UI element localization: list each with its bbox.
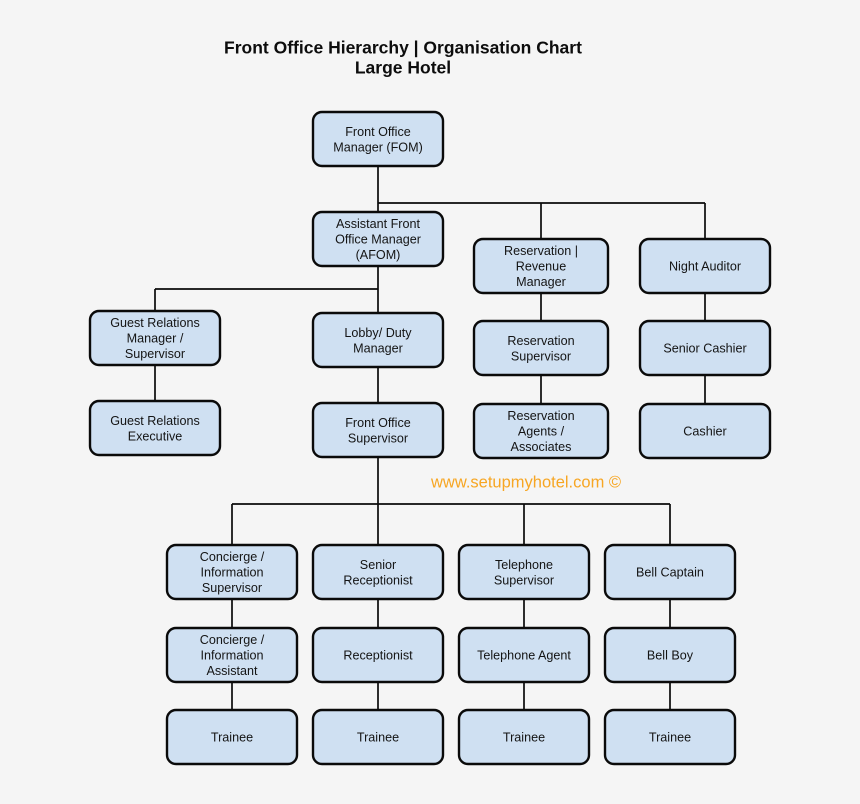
node-label: Trainee (649, 731, 691, 745)
org-node-afom[interactable]: Assistant Front Office Manager (AFOM) (311, 210, 445, 268)
org-node-sr_reception[interactable]: Senior Receptionist (311, 543, 445, 601)
node-box (311, 311, 445, 369)
org-node-trainee_4[interactable]: Trainee (603, 708, 737, 766)
org-node-tel_sup[interactable]: Telephone Supervisor (457, 543, 591, 601)
org-node-gre[interactable]: Guest Relations Executive (88, 399, 222, 457)
org-node-res_agents[interactable]: Reservation Agents / Associates (472, 402, 610, 460)
org-node-trainee_2[interactable]: Trainee (311, 708, 445, 766)
node-box (472, 319, 610, 377)
org-node-fom[interactable]: Front Office Manager (FOM) (311, 110, 445, 168)
org-node-cashier[interactable]: Cashier (638, 402, 772, 460)
node-label: Bell Captain (636, 566, 704, 580)
org-node-sr_cashier[interactable]: Senior Cashier (638, 319, 772, 377)
node-label: Trainee (211, 731, 253, 745)
org-chart-container: Front Office Manager (FOM) Assistant Front… (0, 0, 860, 804)
org-node-lobby_mgr[interactable]: Lobby/ Duty Manager (311, 311, 445, 369)
node-box (88, 399, 222, 457)
org-node-concierge_sup[interactable]: Concierge / Information Supervisor (165, 543, 299, 601)
org-node-res_mgr[interactable]: Reservation | Revenue Manager (472, 237, 610, 295)
node-label: Lobby/ Duty Manager (344, 326, 412, 355)
node-label: Receptionist (343, 649, 413, 663)
org-node-tel_agent[interactable]: Telephone Agent (457, 626, 591, 684)
node-box (311, 110, 445, 168)
node-label: Bell Boy (647, 649, 694, 663)
org-node-bell_captain[interactable]: Bell Captain (603, 543, 737, 601)
org-node-grm[interactable]: Guest Relations Manager / Supervisor (88, 309, 222, 367)
node-label: Concierge / Information Supervisor (200, 550, 265, 595)
org-node-night_auditor[interactable]: Night Auditor (638, 237, 772, 295)
org-chart-svg: Front Office Manager (FOM) Assistant Front… (0, 0, 860, 804)
node-label: Reservation Supervisor (507, 334, 574, 363)
org-node-trainee_1[interactable]: Trainee (165, 708, 299, 766)
chart-title-line-1: Front Office Hierarchy | Organisation Ch… (224, 38, 582, 58)
node-label: Cashier (683, 425, 726, 439)
node-label: Trainee (503, 731, 545, 745)
watermark-label: www.setupmyhotel.com © (430, 473, 621, 491)
node-label: Front Office Supervisor (345, 416, 411, 445)
org-node-receptionist[interactable]: Receptionist (311, 626, 445, 684)
node-label: Night Auditor (669, 260, 741, 274)
node-box (457, 543, 591, 601)
node-box (311, 543, 445, 601)
org-node-trainee_3[interactable]: Trainee (457, 708, 591, 766)
node-label: Telephone Supervisor (494, 558, 554, 587)
org-node-res_sup[interactable]: Reservation Supervisor (472, 319, 610, 377)
org-node-fo_sup[interactable]: Front Office Supervisor (311, 401, 445, 459)
node-label: Trainee (357, 731, 399, 745)
node-label: Senior Cashier (663, 342, 746, 356)
node-label: Concierge / Information Assistant (200, 633, 265, 678)
org-node-bell_boy[interactable]: Bell Boy (603, 626, 737, 684)
node-label: Front Office Manager (FOM) (333, 125, 423, 154)
chart-title-line-2: Large Hotel (355, 58, 451, 78)
node-label: Telephone Agent (477, 649, 571, 663)
node-box (311, 401, 445, 459)
org-node-concierge_asst[interactable]: Concierge / Information Assistant (165, 626, 299, 684)
